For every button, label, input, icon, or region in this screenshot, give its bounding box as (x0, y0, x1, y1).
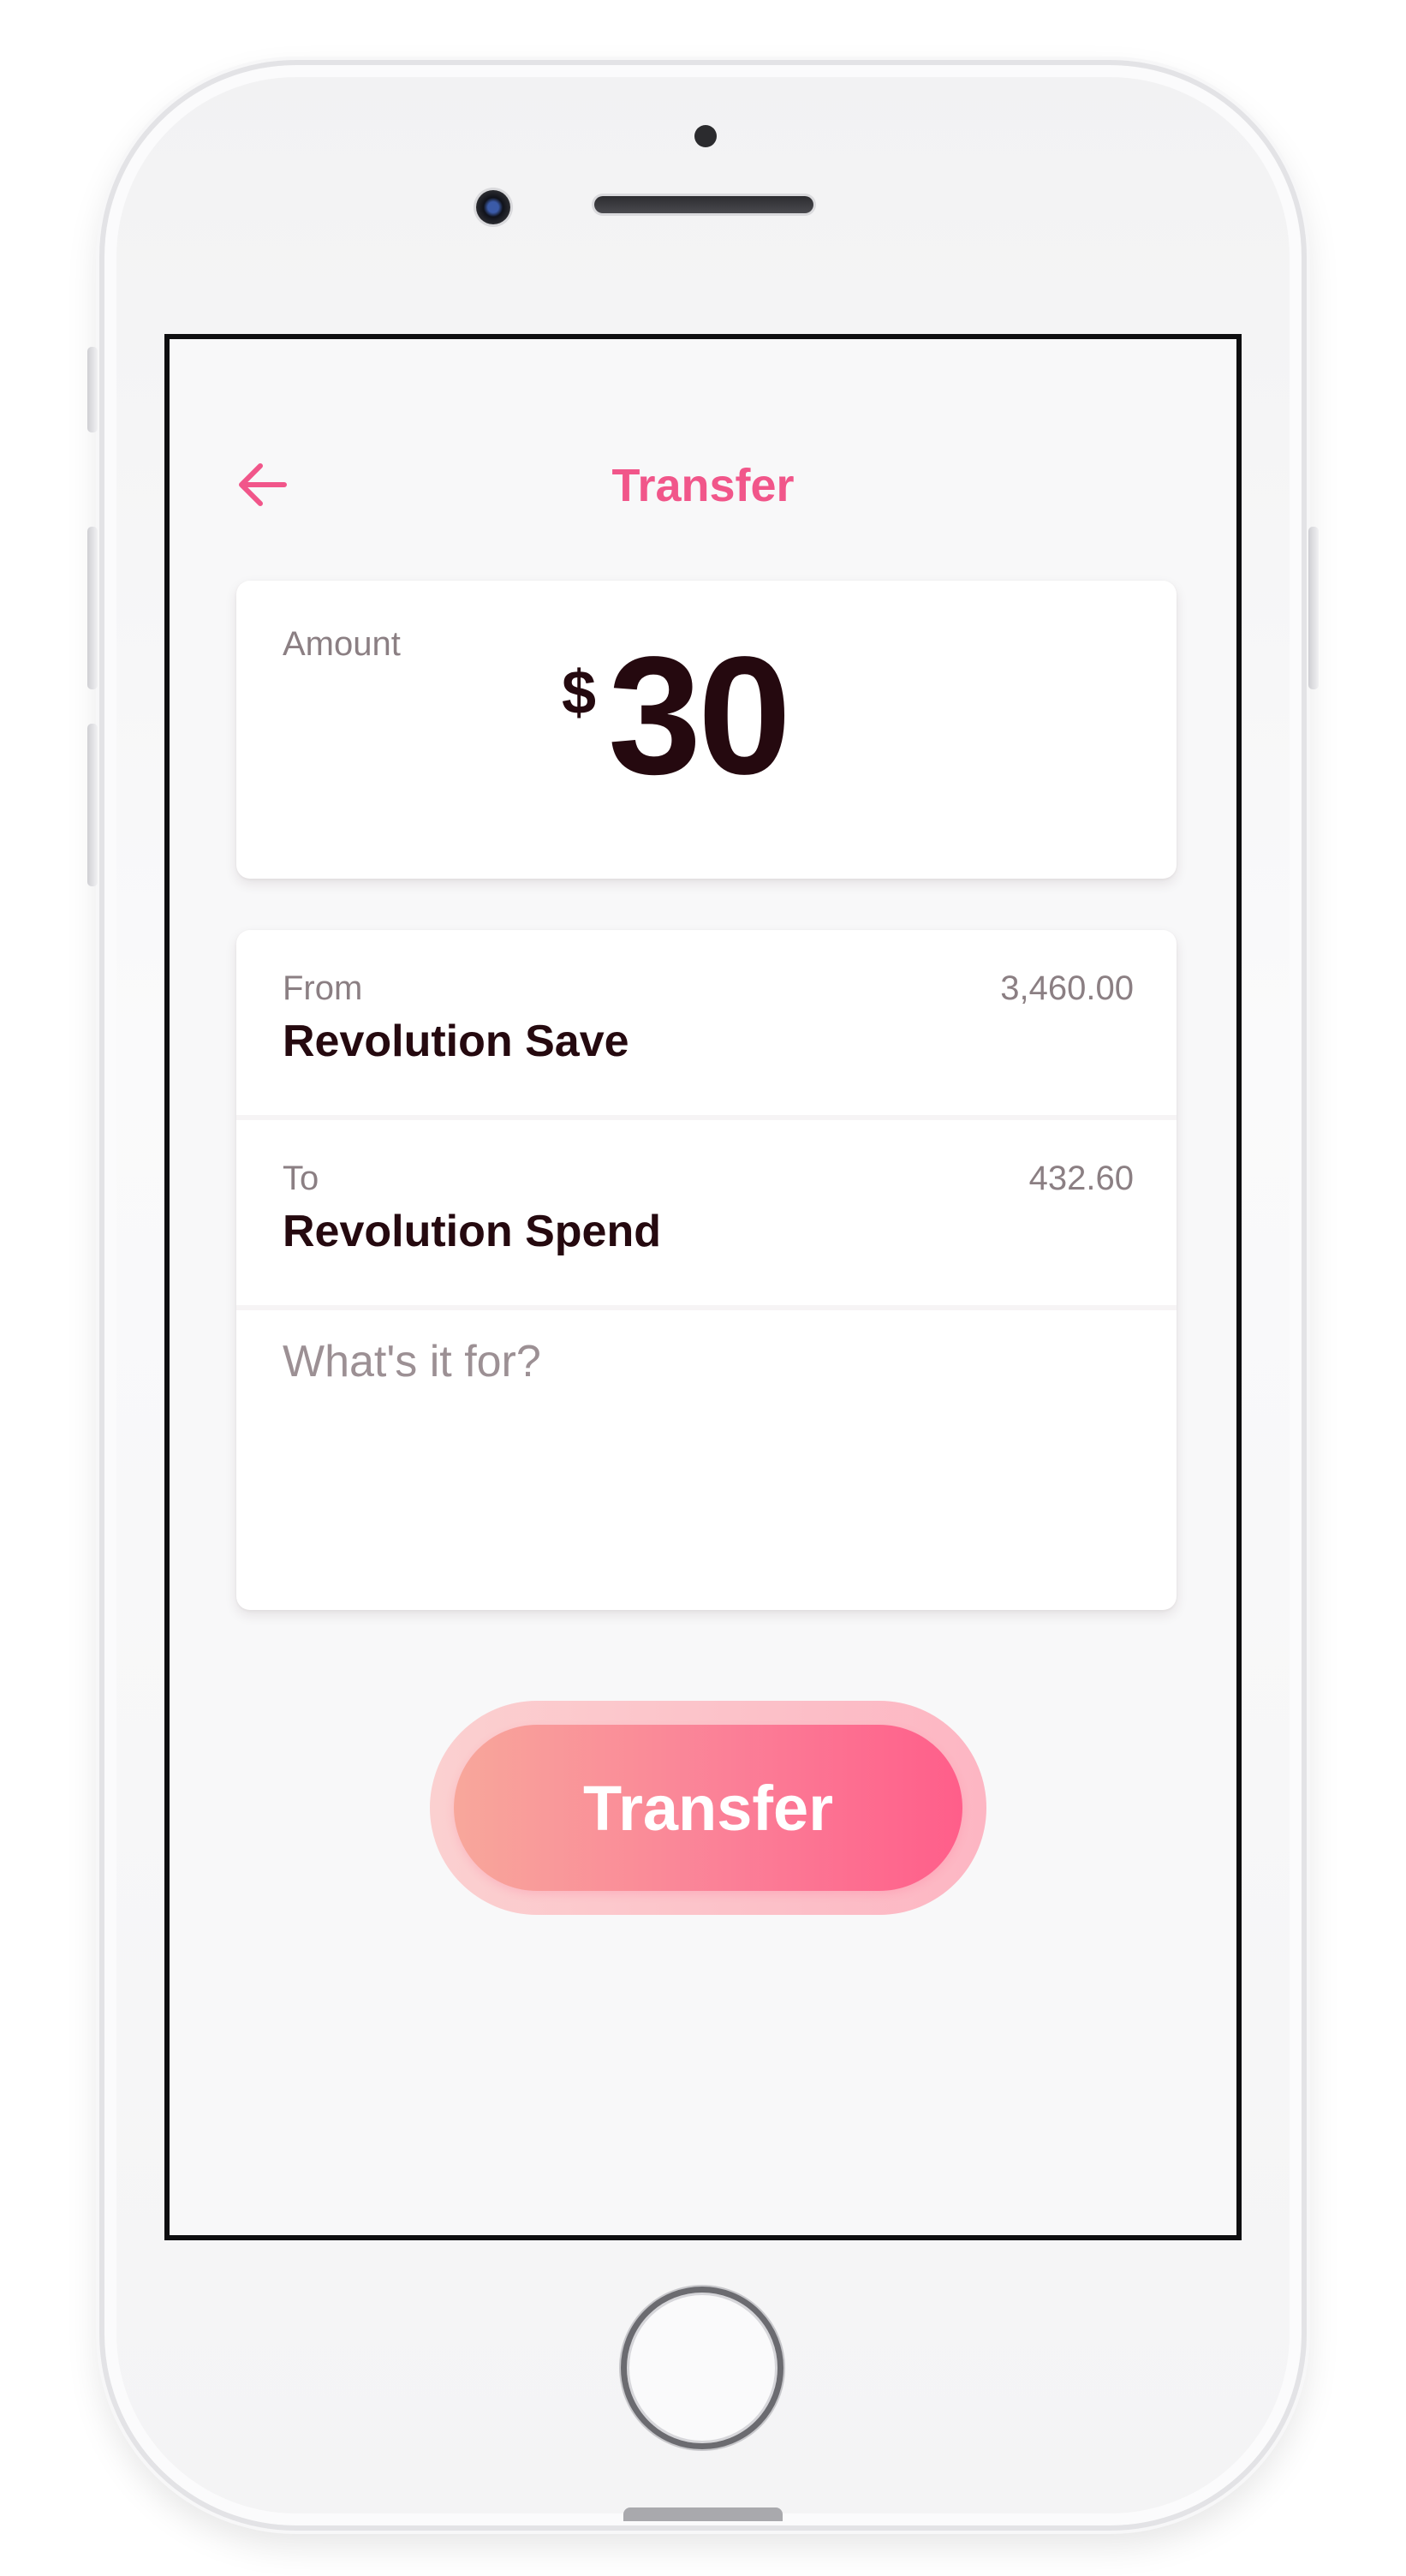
amount-value: 30 (608, 622, 791, 809)
volume-up-button (87, 527, 98, 689)
home-button (621, 2287, 783, 2449)
currency-symbol: $ (562, 659, 597, 727)
transfer-details-card: From Revolution Save 3,460.00 To Revolut… (236, 930, 1177, 1610)
amount-display[interactable]: $ 30 (562, 622, 791, 809)
earpiece-speaker (594, 196, 813, 213)
from-account-balance: 3,460.00 (1000, 969, 1134, 1007)
transfer-button[interactable]: Transfer (454, 1725, 962, 1891)
amount-card: Amount $ 30 (236, 581, 1177, 879)
to-label: To (283, 1160, 319, 1197)
charging-port (623, 2507, 783, 2521)
to-account-name: Revolution Spend (283, 1207, 661, 1256)
proximity-sensor (694, 125, 717, 147)
memo-input[interactable] (236, 1310, 1177, 1610)
front-camera (476, 190, 510, 224)
mute-switch (87, 347, 98, 432)
from-account-name: Revolution Save (283, 1017, 629, 1066)
to-account-selector[interactable]: To Revolution Spend 432.60 (236, 1120, 1177, 1305)
power-button (1308, 527, 1319, 689)
to-account-balance: 432.60 (1028, 1160, 1134, 1197)
page-title: Transfer (611, 460, 795, 511)
app-screen: Transfer Amount $ 30 From Revolution Sav… (164, 334, 1242, 2240)
from-account-selector[interactable]: From Revolution Save 3,460.00 (236, 930, 1177, 1115)
top-navigation-bar: Transfer (170, 425, 1236, 545)
amount-label: Amount (283, 625, 401, 663)
transfer-button-halo: Transfer (430, 1701, 986, 1915)
volume-down-button (87, 724, 98, 886)
from-label: From (283, 969, 363, 1007)
